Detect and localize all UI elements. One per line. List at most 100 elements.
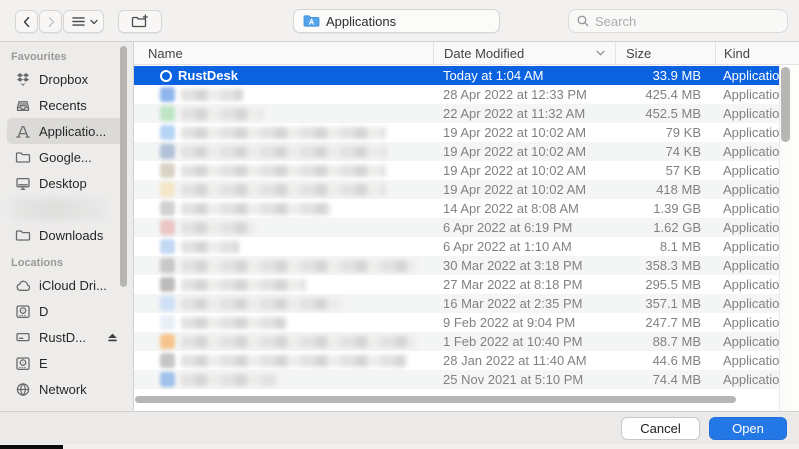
table-row[interactable]: 19 Apr 2022 at 10:02 AM74 KBApplication [134,142,799,161]
file-name-cell [134,144,433,159]
file-name-redacted [181,317,286,329]
sidebar-item-network[interactable]: Network [7,376,126,402]
sidebar-item-label: iCloud Dri... [39,278,107,293]
sidebar-item-d[interactable]: D [7,298,126,324]
sidebar-item-icloud-dri[interactable]: iCloud Dri... [7,272,126,298]
open-file-dialog: Applications FavouritesDropboxRecentsApp… [0,0,799,449]
new-folder-button[interactable] [118,10,162,33]
rustdesk-app-icon [160,70,172,82]
search-icon [576,13,590,29]
date-modified-cell: 28 Jan 2022 at 11:40 AM [433,353,615,368]
table-row[interactable]: 19 Apr 2022 at 10:02 AM418 MBApplication [134,180,799,199]
file-name-redacted [181,184,386,196]
size-cell: 1.62 GB [615,220,715,235]
date-modified-cell: 22 Apr 2022 at 11:32 AM [433,106,615,121]
app-icon-redacted [160,315,175,330]
table-row[interactable]: 6 Apr 2022 at 6:19 PM1.62 GBApplication [134,218,799,237]
open-button[interactable]: Open [709,417,787,440]
file-name-redacted [181,241,239,253]
column-header-kind[interactable]: Kind [715,42,799,64]
sidebar-item-google[interactable]: Google... [7,144,126,170]
back-button[interactable] [15,10,38,33]
file-name-redacted [181,146,386,158]
vertical-scrollbar-thumb[interactable] [781,67,790,142]
table-row[interactable]: 22 Apr 2022 at 11:32 AM452.5 MBApplicati… [134,104,799,123]
file-name-redacted [181,298,341,310]
file-name-redacted [181,336,416,348]
view-options-button[interactable] [63,10,104,33]
horizontal-scrollbar-thumb[interactable] [135,396,736,403]
file-name-cell [134,125,433,140]
size-cell: 74 KB [615,144,715,159]
file-name-cell [134,296,433,311]
forward-button[interactable] [39,10,62,33]
external-drive-icon [14,329,32,345]
size-cell: 88.7 MB [615,334,715,349]
table-row[interactable]: 28 Jan 2022 at 11:40 AM44.6 MBApplicatio… [134,351,799,370]
table-row[interactable]: 1 Feb 2022 at 10:40 PM88.7 MBApplication [134,332,799,351]
sidebar-item-redacted[interactable] [11,198,107,220]
column-header-kind-label: Kind [724,46,750,61]
app-icon-redacted [160,239,175,254]
sidebar-item-applicatio[interactable]: Applicatio... [7,118,126,144]
date-modified-cell: Today at 1:04 AM [433,68,615,83]
table-row[interactable]: 19 Apr 2022 at 10:02 AM79 KBApplication [134,123,799,142]
app-icon-redacted [160,258,175,273]
table-row[interactable]: 30 Mar 2022 at 3:18 PM358.3 MBApplicatio… [134,256,799,275]
network-icon [14,381,32,397]
size-cell: 418 MB [615,182,715,197]
sidebar-item-desktop[interactable]: Desktop [7,170,126,196]
search-input[interactable] [595,14,780,29]
toolbar: Applications [0,0,799,42]
table-row[interactable]: 16 Mar 2022 at 2:35 PM357.1 MBApplicatio… [134,294,799,313]
sidebar-item-e[interactable]: E [7,350,126,376]
table-row[interactable]: 14 Apr 2022 at 8:08 AM1.39 GBApplication [134,199,799,218]
column-header-date-modified[interactable]: Date Modified [433,42,615,64]
file-name-redacted [181,89,243,101]
table-row[interactable]: 28 Apr 2022 at 12:33 PM425.4 MBApplicati… [134,85,799,104]
sidebar-item-rustd[interactable]: RustD... [7,324,126,350]
right-edge-strip [792,65,799,411]
size-cell: 1.39 GB [615,201,715,216]
file-name-cell [134,106,433,121]
file-name-cell [134,201,433,216]
size-cell: 79 KB [615,125,715,140]
size-cell: 57 KB [615,163,715,178]
file-name-cell [134,372,433,387]
location-dropdown[interactable]: Applications [293,9,500,33]
search-field[interactable] [568,9,788,33]
size-cell: 74.4 MB [615,372,715,387]
column-header-size[interactable]: Size [615,42,715,64]
applications-icon [14,123,32,139]
table-row[interactable]: 27 Mar 2022 at 8:18 PM295.5 MBApplicatio… [134,275,799,294]
sidebar-item-label: Applicatio... [39,124,106,139]
table-row-selected[interactable]: RustDeskToday at 1:04 AM33.9 MBApplicati… [134,66,799,85]
sidebar-item-label: E [39,356,48,371]
sidebar-item-label: D [39,304,48,319]
column-header-name[interactable]: Name [134,42,433,64]
file-name-redacted [181,127,386,139]
location-dropdown-label: Applications [326,14,396,29]
sidebar-item-label: RustD... [39,330,86,345]
chevron-left-icon [18,14,36,30]
table-row[interactable]: 6 Apr 2022 at 1:10 AM8.1 MBApplication [134,237,799,256]
cancel-button[interactable]: Cancel [621,417,700,440]
sidebar-item-downloads[interactable]: Downloads [7,222,126,248]
sidebar-scrollbar[interactable] [120,46,127,287]
sidebar: FavouritesDropboxRecentsApplicatio...Goo… [0,42,134,411]
app-icon-redacted [160,220,175,235]
table-row[interactable]: 25 Nov 2021 at 5:10 PM74.4 MBApplication [134,370,799,389]
date-modified-cell: 19 Apr 2022 at 10:02 AM [433,163,615,178]
sidebar-item-recents[interactable]: Recents [7,92,126,118]
date-modified-cell: 30 Mar 2022 at 3:18 PM [433,258,615,273]
sidebar-item-dropbox[interactable]: Dropbox [7,66,126,92]
file-name-redacted [181,222,256,234]
dialog-footer: Cancel Open [0,411,799,444]
table-row[interactable]: 9 Feb 2022 at 9:04 PM247.7 MBApplication [134,313,799,332]
app-icon-redacted [160,163,175,178]
eject-icon[interactable] [103,329,121,345]
sidebar-section-label: Locations [11,257,133,269]
app-icon-redacted [160,334,175,349]
applications-folder-icon [302,13,320,29]
table-row[interactable]: 19 Apr 2022 at 10:02 AM57 KBApplication [134,161,799,180]
